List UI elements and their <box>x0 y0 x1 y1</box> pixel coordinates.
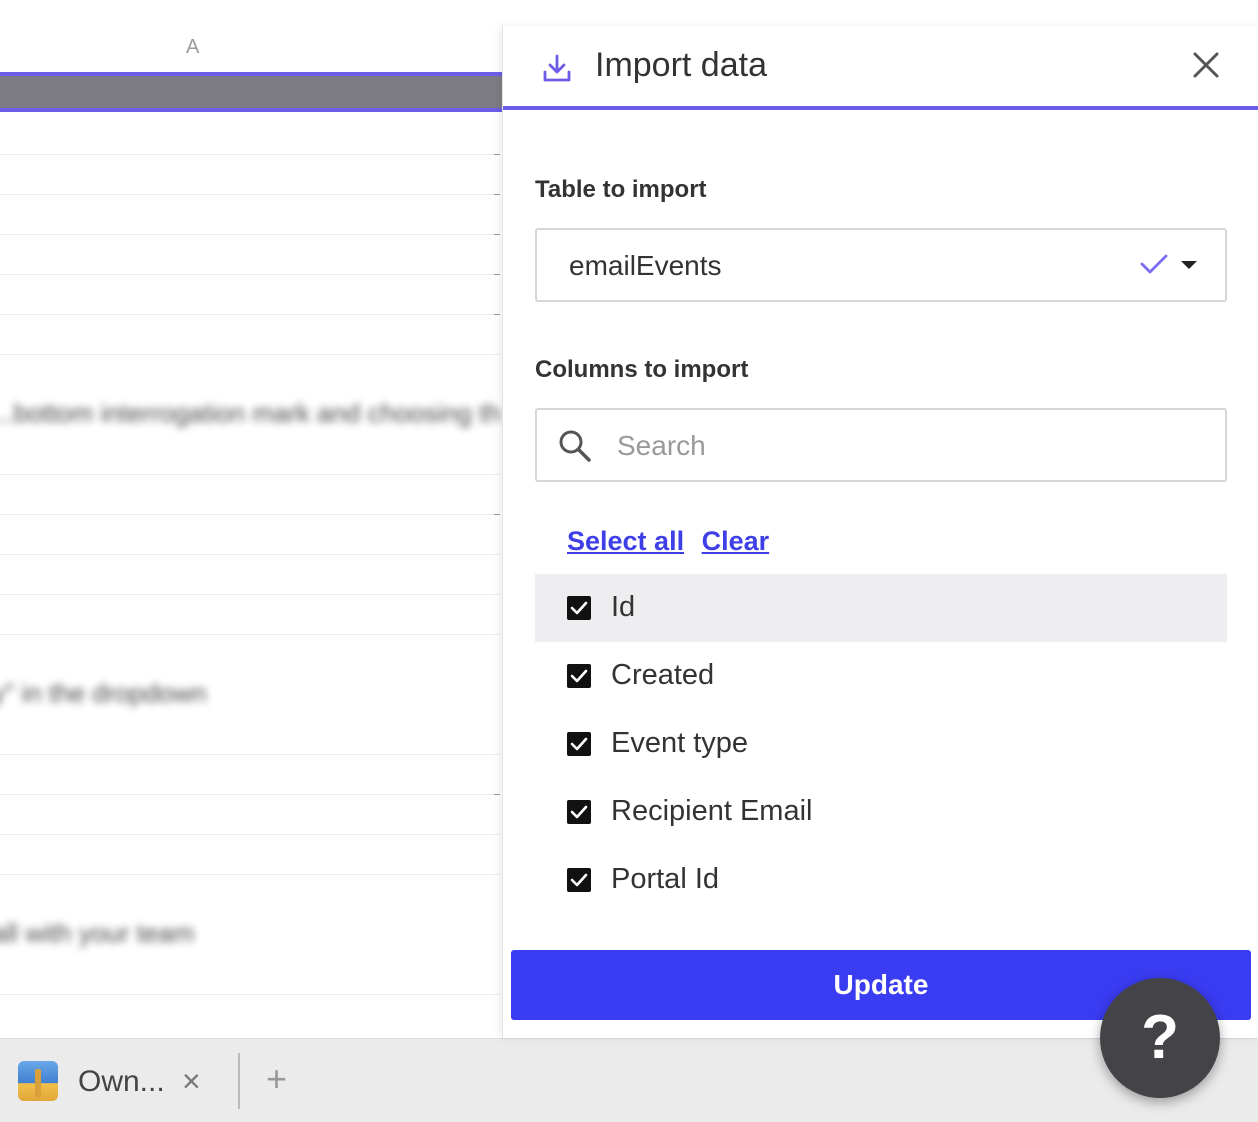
row-divider <box>0 354 500 355</box>
check-icon <box>570 805 588 819</box>
selection-links: Select all Clear <box>567 526 779 557</box>
column-name: Event type <box>611 727 749 759</box>
row-divider <box>0 754 500 755</box>
search-icon <box>559 430 591 462</box>
column-row-event-type[interactable]: Event type <box>535 710 1227 778</box>
column-name: Portal Id <box>611 863 719 895</box>
columns-to-import-label: Columns to import <box>535 356 749 383</box>
search-input[interactable] <box>617 424 1197 468</box>
sheet-tab-bar: Own... × + <box>0 1038 1258 1122</box>
check-icon <box>570 669 588 683</box>
column-row-portal-id[interactable]: Portal Id <box>535 846 1227 914</box>
column-list: Id Created Event type Recipient Email Po… <box>535 574 1227 914</box>
row-tick <box>494 794 500 795</box>
row-divider <box>0 994 500 995</box>
tab-separator <box>238 1053 240 1109</box>
checkbox-checked[interactable] <box>567 732 591 756</box>
row-divider <box>0 634 500 635</box>
row-tick <box>494 154 500 155</box>
tie-icon <box>18 1061 58 1101</box>
column-name: Recipient Email <box>611 795 813 827</box>
add-tab-button[interactable]: + <box>266 1059 287 1099</box>
row-divider <box>0 314 500 315</box>
select-all-link[interactable]: Select all <box>567 526 684 556</box>
row-tick <box>494 274 500 275</box>
clear-link[interactable]: Clear <box>702 526 770 556</box>
caret-down-icon <box>1181 261 1197 269</box>
table-select-value: emailEvents <box>569 250 722 281</box>
column-row-recipient-email[interactable]: Recipient Email <box>535 778 1227 846</box>
help-button[interactable]: ? <box>1100 978 1220 1098</box>
check-icon <box>1140 254 1168 274</box>
panel-title: Import data <box>595 46 767 84</box>
row-divider <box>0 194 500 195</box>
blurred-cell-text: ...bottom interrogation mark and choosin… <box>0 398 502 428</box>
table-select[interactable]: emailEvents <box>535 228 1227 302</box>
row-divider <box>0 834 500 835</box>
column-row-created[interactable]: Created <box>535 642 1227 710</box>
spreadsheet-grid[interactable]: A ...bottom interrogation mark and choos… <box>0 0 502 1038</box>
table-to-import-label: Table to import <box>535 176 707 203</box>
row-tick <box>494 314 500 315</box>
sheet-tab-label[interactable]: Own... <box>78 1065 165 1099</box>
checkbox-checked[interactable] <box>567 664 591 688</box>
column-letter: A <box>186 36 200 58</box>
column-header-a[interactable]: A <box>0 0 502 76</box>
row-divider <box>0 794 500 795</box>
check-icon <box>570 601 588 615</box>
check-icon <box>570 737 588 751</box>
selected-row[interactable] <box>0 76 502 112</box>
column-search[interactable] <box>535 408 1227 482</box>
check-icon <box>570 873 588 887</box>
tab-close-icon[interactable]: × <box>182 1061 201 1101</box>
column-name: Created <box>611 659 715 691</box>
checkbox-checked[interactable] <box>567 868 591 892</box>
row-divider <box>0 474 500 475</box>
row-divider <box>0 514 500 515</box>
row-divider <box>0 154 500 155</box>
close-icon[interactable] <box>1189 48 1223 82</box>
column-row-id[interactable]: Id <box>535 574 1227 642</box>
row-divider <box>0 594 500 595</box>
blurred-cell-text: y" in the dropdown <box>0 678 207 708</box>
app-window: A ...bottom interrogation mark and choos… <box>0 0 1258 1122</box>
row-tick <box>494 234 500 235</box>
blurred-cell-text: all with your team <box>0 918 195 948</box>
checkbox-checked[interactable] <box>567 596 591 620</box>
row-divider <box>0 554 500 555</box>
download-icon <box>543 54 571 82</box>
row-divider <box>0 874 500 875</box>
row-tick <box>494 194 500 195</box>
panel-header: Import data <box>503 26 1258 110</box>
checkbox-checked[interactable] <box>567 800 591 824</box>
import-data-panel: Import data Table to import emailEvents … <box>502 26 1258 1038</box>
row-tick <box>494 514 500 515</box>
column-name: Id <box>611 591 636 623</box>
row-divider <box>0 234 500 235</box>
row-divider <box>0 274 500 275</box>
